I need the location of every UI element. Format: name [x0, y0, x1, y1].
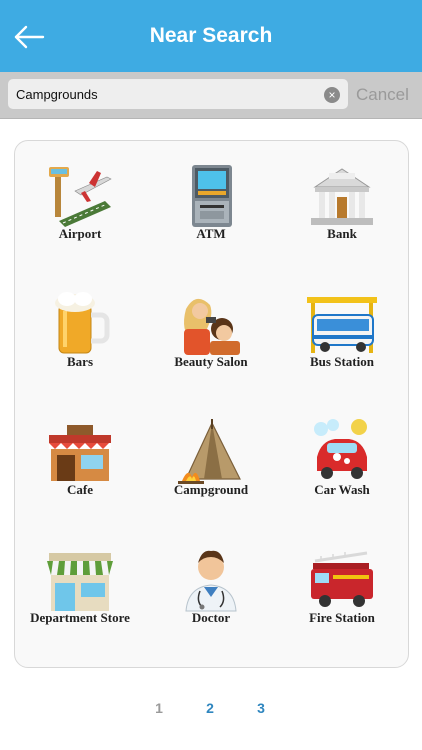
clear-search-icon[interactable]: × [324, 87, 340, 103]
pagination: 1 2 3 [0, 700, 422, 724]
category-label: Department Store [30, 610, 130, 625]
category-label: ATM [196, 226, 226, 241]
category-label: Beauty Salon [174, 354, 248, 369]
airport-icon [49, 167, 112, 227]
search-field [8, 79, 348, 109]
header-bar: Near Search [0, 0, 422, 72]
cafe-icon [49, 425, 111, 481]
category-label: Cafe [67, 482, 93, 497]
category-bus-station[interactable]: Bus Station [277, 269, 407, 389]
category-bank[interactable]: Bank [277, 141, 407, 261]
category-label: Bus Station [310, 354, 374, 369]
category-label: Fire Station [309, 610, 375, 625]
category-cafe[interactable]: Cafe [15, 397, 145, 517]
category-label: Airport [58, 226, 102, 241]
category-airport[interactable]: Airport [15, 141, 145, 261]
beer-mug-icon [55, 292, 110, 354]
fire-truck-icon [311, 551, 373, 607]
page-title: Near Search [149, 24, 273, 47]
category-label: Car Wash [314, 482, 370, 497]
doctor-icon [185, 550, 237, 612]
category-campground[interactable]: Campground [146, 397, 276, 517]
car-wash-icon [314, 419, 367, 479]
category-fire-station[interactable]: Fire Station [277, 525, 407, 645]
page-1-link[interactable]: 1 [144, 700, 174, 716]
category-department-store[interactable]: Department Store [15, 525, 145, 645]
hair-salon-icon [184, 298, 240, 355]
category-label: Campground [173, 482, 249, 497]
category-label: Bank [327, 226, 357, 241]
page-3-link[interactable]: 3 [246, 700, 276, 716]
atm-icon [192, 165, 232, 227]
category-bars[interactable]: Bars [15, 269, 145, 389]
search-input[interactable] [16, 84, 316, 104]
category-beauty-salon[interactable]: Beauty Salon [146, 269, 276, 389]
category-doctor[interactable]: Doctor [146, 525, 276, 645]
category-atm[interactable]: ATM [146, 141, 276, 261]
category-grid: Airport ATM Bank Bars Beauty Salon Bus S… [14, 140, 409, 668]
category-car-wash[interactable]: Car Wash [277, 397, 407, 517]
tent-campfire-icon [178, 419, 241, 484]
department-store-icon [47, 553, 113, 611]
category-label: Doctor [191, 610, 231, 625]
page-2-link[interactable]: 2 [195, 700, 225, 716]
bank-icon [311, 168, 373, 225]
category-label: Bars [67, 354, 93, 369]
cancel-button[interactable]: Cancel [356, 84, 416, 106]
bus-station-icon [307, 297, 377, 353]
